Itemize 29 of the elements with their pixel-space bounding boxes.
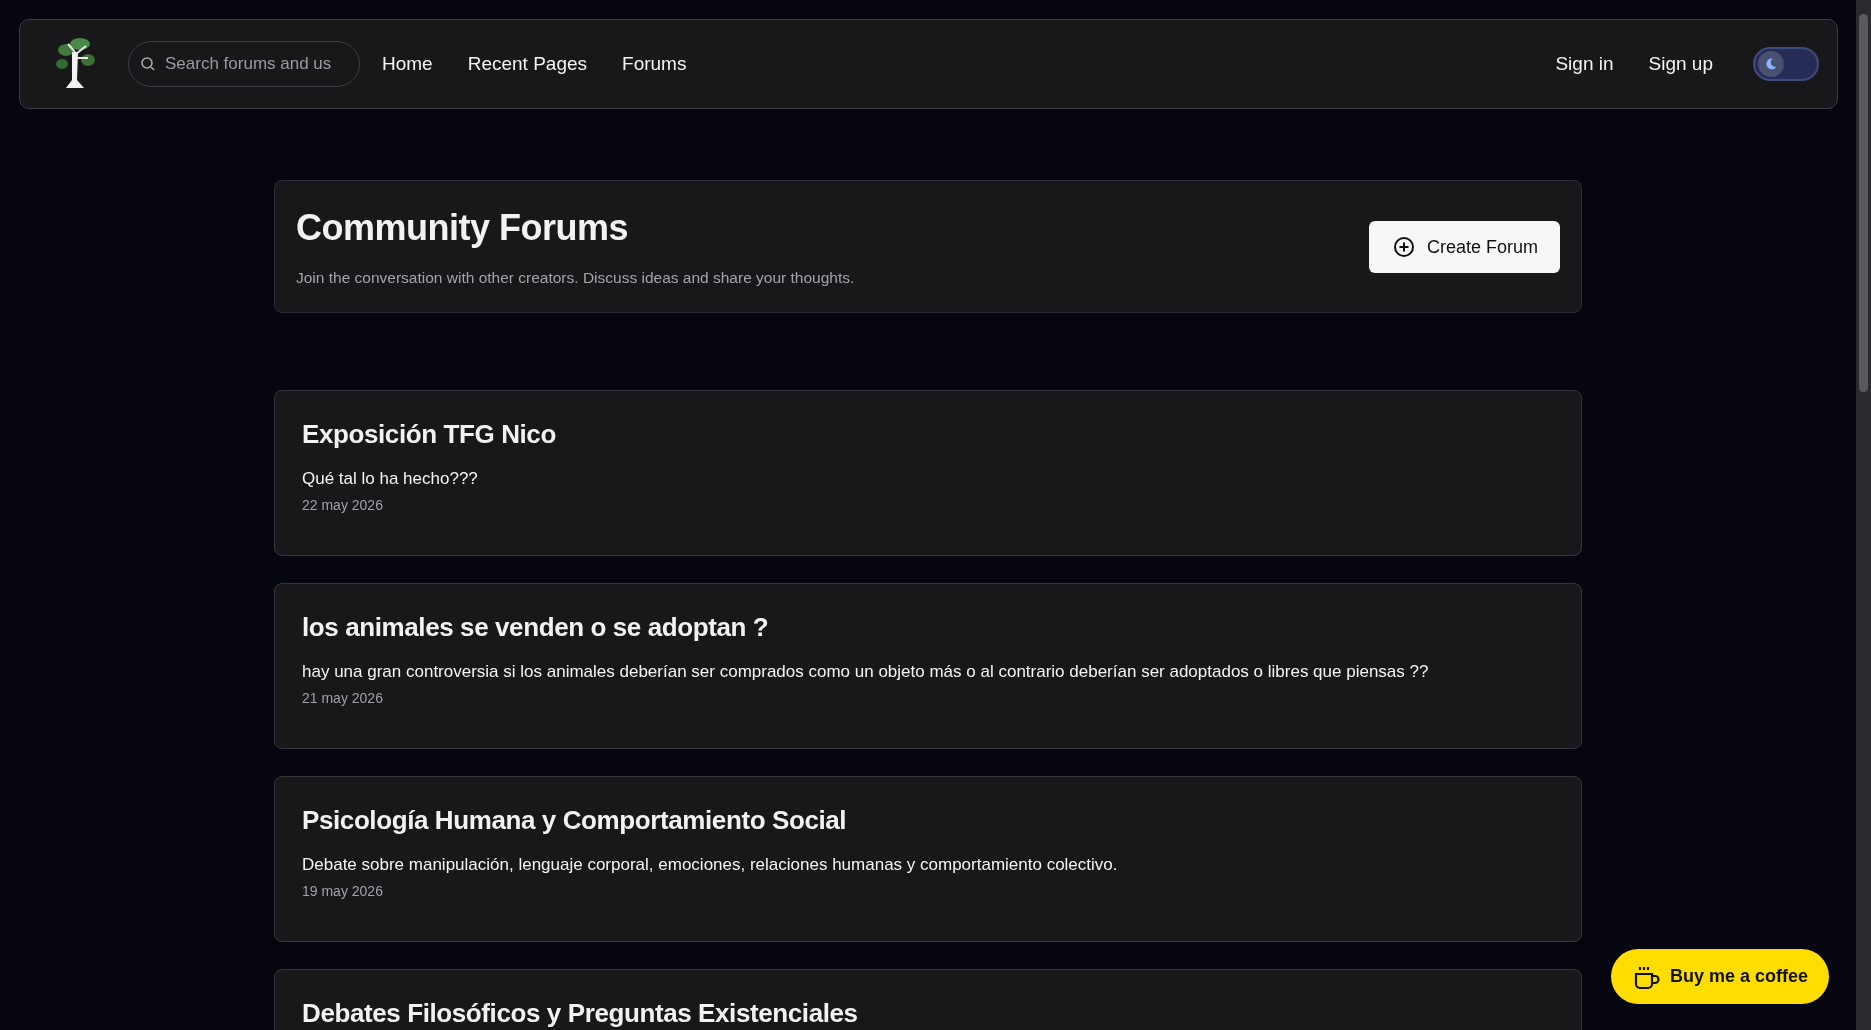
forum-description: Qué tal lo ha hecho??? [302, 469, 479, 489]
forum-date: 22 may 2026 [302, 497, 384, 513]
auth-link[interactable]: Sign up [1648, 53, 1713, 75]
forum-title: los animales se venden o se adoptan ? [302, 612, 770, 643]
scrollbar[interactable] [1856, 0, 1871, 1030]
plus-circle-icon [1392, 236, 1415, 258]
forum-date: 19 may 2026 [302, 883, 384, 899]
auth-link[interactable]: Sign in [1555, 53, 1614, 75]
forum-title: Psicología Humana y Comportamiento Social [302, 805, 848, 836]
create-forum-button[interactable]: Create Forum [1368, 221, 1560, 273]
page-subtitle: Join the conversation with other creators. Discuss ideas and share your thoughts. [296, 269, 855, 287]
forum-title: Debates Filosóficos y Preguntas Existenciales [302, 998, 859, 1029]
forum-description: Debate sobre manipulación, lenguaje corporal, emociones, relaciones humanas y comportamiento colectivo. [302, 855, 1119, 875]
buy-me-a-coffee-button[interactable]: Buy me a coffee [1611, 949, 1829, 1004]
forum-card[interactable]: los animales se venden o se adoptan ? hay una gran controversia si los animales deberían ser comprados como un objeto más o al contrario deberían ser adoptados o libres que piensas ?? 21 may 2026 [274, 583, 1582, 749]
search-icon [140, 56, 156, 72]
page-title: Community Forums [296, 207, 629, 249]
nav-link[interactable]: Recent Pages [467, 53, 588, 75]
forum-description: hay una gran controversia si los animales deberían ser comprados como un objeto más o al contrario deberían ser adoptados o libres que piensas ?? [302, 662, 1430, 682]
forum-card[interactable]: Debates Filosóficos y Preguntas Existenciales [274, 969, 1582, 1030]
search-field[interactable]: Search forums and us [128, 41, 360, 87]
moon-icon [1764, 57, 1778, 71]
forum-title: Exposición TFG Nico [302, 419, 557, 450]
dark-mode-toggle[interactable] [1753, 47, 1819, 81]
forum-date: 21 may 2026 [302, 690, 384, 706]
forum-card[interactable]: Psicología Humana y Comportamiento Social Debate sobre manipulación, lenguaje corporal, emociones, relaciones humanas y comportamiento colectivo. 19 may 2026 [274, 776, 1582, 942]
nav-link[interactable]: Home [382, 53, 433, 75]
forum-card[interactable]: Exposición TFG Nico Qué tal lo ha hecho??? 22 may 2026 [274, 390, 1582, 556]
nav-link[interactable]: Forums [622, 53, 687, 75]
